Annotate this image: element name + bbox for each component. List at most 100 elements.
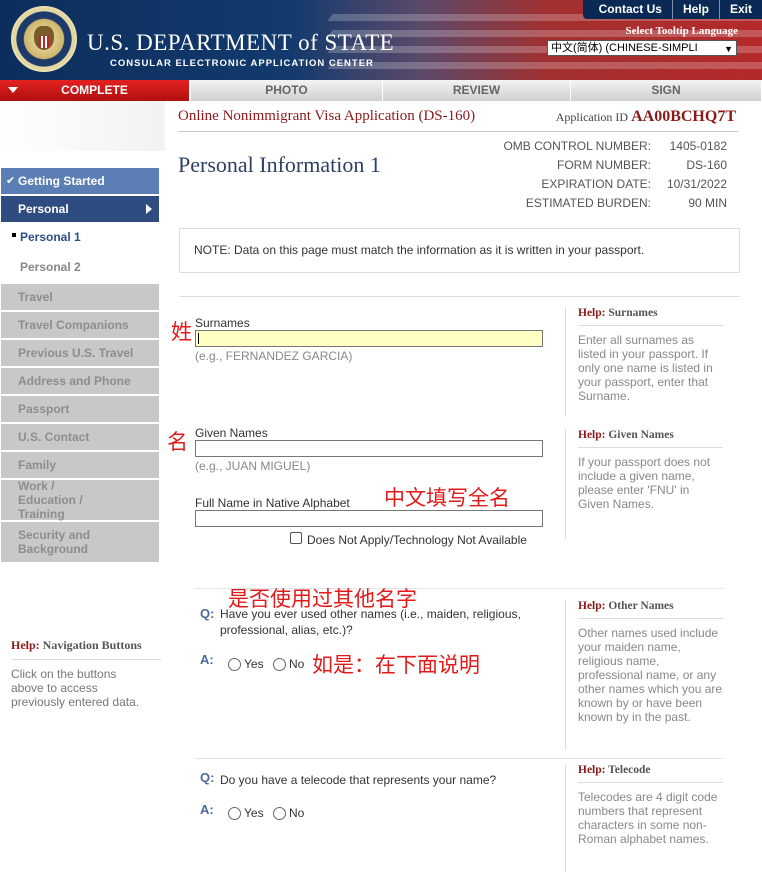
- help-title: Help: Surnames: [578, 307, 723, 319]
- nav-label: Getting Started: [18, 174, 105, 188]
- given-names-input[interactable]: [195, 440, 543, 457]
- omb-value: 10/31/2022: [666, 177, 727, 191]
- help-prefix: Help:: [578, 764, 606, 776]
- help-text: Other names used include your maiden nam…: [578, 626, 723, 724]
- nav-getting-started[interactable]: ✔ Getting Started: [1, 168, 159, 194]
- answer-mark: A:: [200, 802, 214, 817]
- help-title-text: Telecode: [608, 764, 651, 776]
- yes-label: Yes: [244, 806, 264, 820]
- help-title: Help: Given Names: [578, 429, 723, 441]
- nav-previous-us-travel[interactable]: Previous U.S. Travel: [1, 340, 159, 366]
- omb-key: EXPIRATION DATE:: [541, 177, 651, 191]
- nav-label: Personal 1: [20, 230, 81, 244]
- tooltip-language-select[interactable]: 中文(简体) (CHINESE-SIMPLI ▼: [547, 40, 737, 56]
- native-na-checkbox[interactable]: [290, 532, 302, 544]
- nav-label: Family: [18, 458, 57, 472]
- tab-label: PHOTO: [265, 83, 308, 97]
- help-link[interactable]: Help: [671, 0, 719, 19]
- question-mark: Q:: [200, 770, 215, 785]
- annotation-surname: 姓: [171, 320, 192, 344]
- help-prefix: Help:: [11, 638, 40, 652]
- nav-security-background[interactable]: Security and Background: [1, 522, 159, 562]
- other-names-no-radio[interactable]: [273, 658, 286, 671]
- nav-label: Passport: [18, 402, 70, 416]
- nav-label: U.S. Contact: [18, 430, 90, 444]
- help-other-names: Help: Other Names Other names used inclu…: [565, 600, 723, 750]
- nav-label: Personal 2: [20, 260, 81, 274]
- omb-info: OMB CONTROL NUMBER: 1405-0182 FORM NUMBER…: [503, 137, 727, 213]
- nav-travel-companions[interactable]: Travel Companions: [1, 312, 159, 338]
- surnames-input[interactable]: [195, 330, 543, 347]
- help-prefix: Help:: [578, 307, 606, 319]
- nav-work-education-fill: [111, 480, 159, 520]
- help-text: Click on the buttons above to access pre…: [11, 667, 140, 709]
- chevron-down-icon: ▼: [724, 44, 733, 54]
- given-names-label: Given Names: [195, 426, 268, 440]
- omb-key: FORM NUMBER:: [557, 158, 651, 172]
- annotation-if-yes: 如是：在下面说明: [312, 653, 480, 677]
- exit-link[interactable]: Exit: [718, 0, 762, 19]
- question-mark: Q:: [200, 606, 215, 621]
- checkmark-icon: ✔: [6, 175, 16, 187]
- nav-label: Travel: [18, 290, 53, 304]
- omb-row: ESTIMATED BURDEN: 90 MIN: [503, 194, 727, 213]
- omb-value: DS-160: [686, 158, 727, 172]
- caret-down-icon: [8, 87, 18, 93]
- left-navigation: ✔ Getting Started Personal Personal 1 Pe…: [0, 101, 165, 881]
- omb-row: OMB CONTROL NUMBER: 1405-0182: [503, 137, 727, 156]
- application-id-value: AA00BCHQ7T: [631, 108, 736, 125]
- divider: [578, 782, 723, 783]
- telecode-question: Do you have a telecode that represents y…: [220, 773, 497, 787]
- help-navigation-buttons: Help: Navigation Buttons Click on the bu…: [11, 638, 161, 709]
- nav-work-education[interactable]: Work / Education / Training: [1, 479, 111, 521]
- divider: [578, 447, 723, 448]
- help-prefix: Help:: [578, 429, 606, 441]
- nav-address-phone[interactable]: Address and Phone: [1, 368, 159, 394]
- tab-complete[interactable]: COMPLETE: [0, 80, 191, 101]
- nav-passport[interactable]: Passport: [1, 396, 159, 422]
- divider: [11, 659, 161, 660]
- surnames-example: (e.g., FERNANDEZ GARCIA): [195, 349, 353, 363]
- nav-label: Personal: [18, 202, 69, 216]
- tab-sign[interactable]: SIGN: [571, 80, 762, 101]
- help-surnames: Help: Surnames Enter all surnames as lis…: [565, 307, 723, 417]
- shield-icon: [39, 36, 49, 48]
- tab-review[interactable]: REVIEW: [383, 80, 571, 101]
- nav-personal-1[interactable]: Personal 1: [1, 224, 159, 250]
- nav-label: Previous U.S. Travel: [18, 346, 134, 360]
- help-telecode: Help: Telecode Telecodes are 4 digit cod…: [565, 764, 723, 872]
- omb-key: OMB CONTROL NUMBER:: [503, 139, 651, 153]
- nav-spacer: [0, 101, 165, 151]
- help-title-text: Given Names: [608, 429, 674, 441]
- other-names-yes-radio[interactable]: [228, 658, 241, 671]
- telecode-no-radio[interactable]: [273, 807, 286, 820]
- nav-label: Work / Education / Training: [18, 479, 83, 521]
- contact-us-link[interactable]: Contact Us: [589, 0, 672, 19]
- omb-row: FORM NUMBER: DS-160: [503, 156, 727, 175]
- help-title: Help: Other Names: [578, 600, 723, 612]
- help-title-text: Other Names: [608, 600, 674, 612]
- site-header: U.S. DEPARTMENT of STATE CONSULAR ELECTR…: [0, 0, 762, 80]
- application-id-label: Application ID: [555, 110, 629, 124]
- omb-row: EXPIRATION DATE: 10/31/2022: [503, 175, 727, 194]
- nav-personal-2[interactable]: Personal 2: [1, 254, 159, 280]
- tooltip-language-label: Select Tooltip Language: [625, 25, 738, 37]
- omb-value: 1405-0182: [669, 139, 727, 153]
- native-name-input[interactable]: [195, 510, 543, 527]
- nav-family[interactable]: Family: [1, 452, 159, 478]
- department-seal-icon: [11, 6, 77, 72]
- help-text: Telecodes are 4 digit code numbers that …: [578, 790, 718, 846]
- tab-photo[interactable]: PHOTO: [191, 80, 383, 101]
- tab-label: COMPLETE: [61, 83, 128, 97]
- nav-personal[interactable]: Personal: [1, 196, 159, 222]
- telecode-yes-radio[interactable]: [228, 807, 241, 820]
- native-na-label: Does Not Apply/Technology Not Available: [307, 533, 527, 547]
- divider: [578, 618, 723, 619]
- nav-label: Address and Phone: [18, 374, 131, 388]
- nav-travel[interactable]: Travel: [1, 284, 159, 310]
- help-title-text: Surnames: [608, 307, 658, 319]
- nav-us-contact[interactable]: U.S. Contact: [1, 424, 159, 450]
- no-label: No: [289, 806, 305, 820]
- application-id: Application ID AA00BCHQ7T: [556, 108, 736, 126]
- top-links: Contact Us Help Exit: [582, 0, 762, 19]
